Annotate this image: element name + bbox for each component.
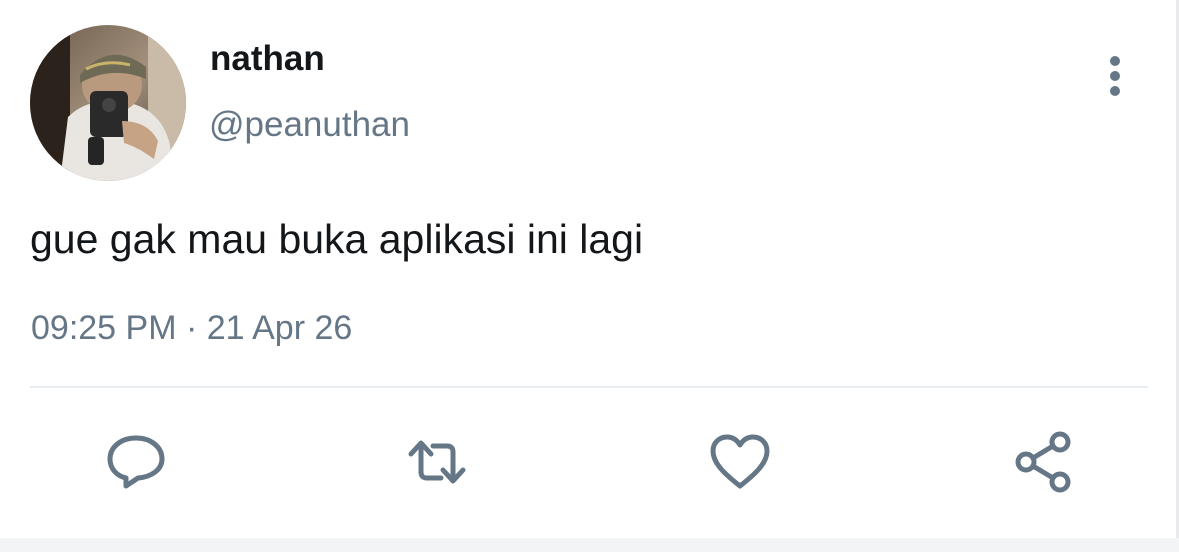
share-icon <box>1015 431 1071 493</box>
display-name[interactable]: nathan <box>210 38 325 80</box>
retweet-icon <box>408 440 466 484</box>
tweet-text: gue gak mau buka aplikasi ini lagi <box>30 216 644 262</box>
divider <box>30 386 1148 388</box>
more-vertical-icon <box>1110 56 1120 96</box>
like-button[interactable] <box>708 430 772 494</box>
tweet-timestamp[interactable]: 09:25 PM · 21 Apr 26 <box>31 308 352 348</box>
retweet-button[interactable] <box>405 430 469 494</box>
bottom-border <box>0 538 1179 552</box>
profile-photo <box>30 25 186 181</box>
avatar[interactable] <box>30 25 186 181</box>
comment-icon <box>107 435 165 489</box>
reply-button[interactable] <box>104 430 168 494</box>
tweet-card: nathan @peanuthan gue gak mau buka aplik… <box>0 0 1179 552</box>
user-handle[interactable]: @peanuthan <box>209 104 410 146</box>
share-button[interactable] <box>1012 430 1076 494</box>
heart-icon <box>710 434 770 489</box>
more-options-button[interactable] <box>1098 52 1132 100</box>
